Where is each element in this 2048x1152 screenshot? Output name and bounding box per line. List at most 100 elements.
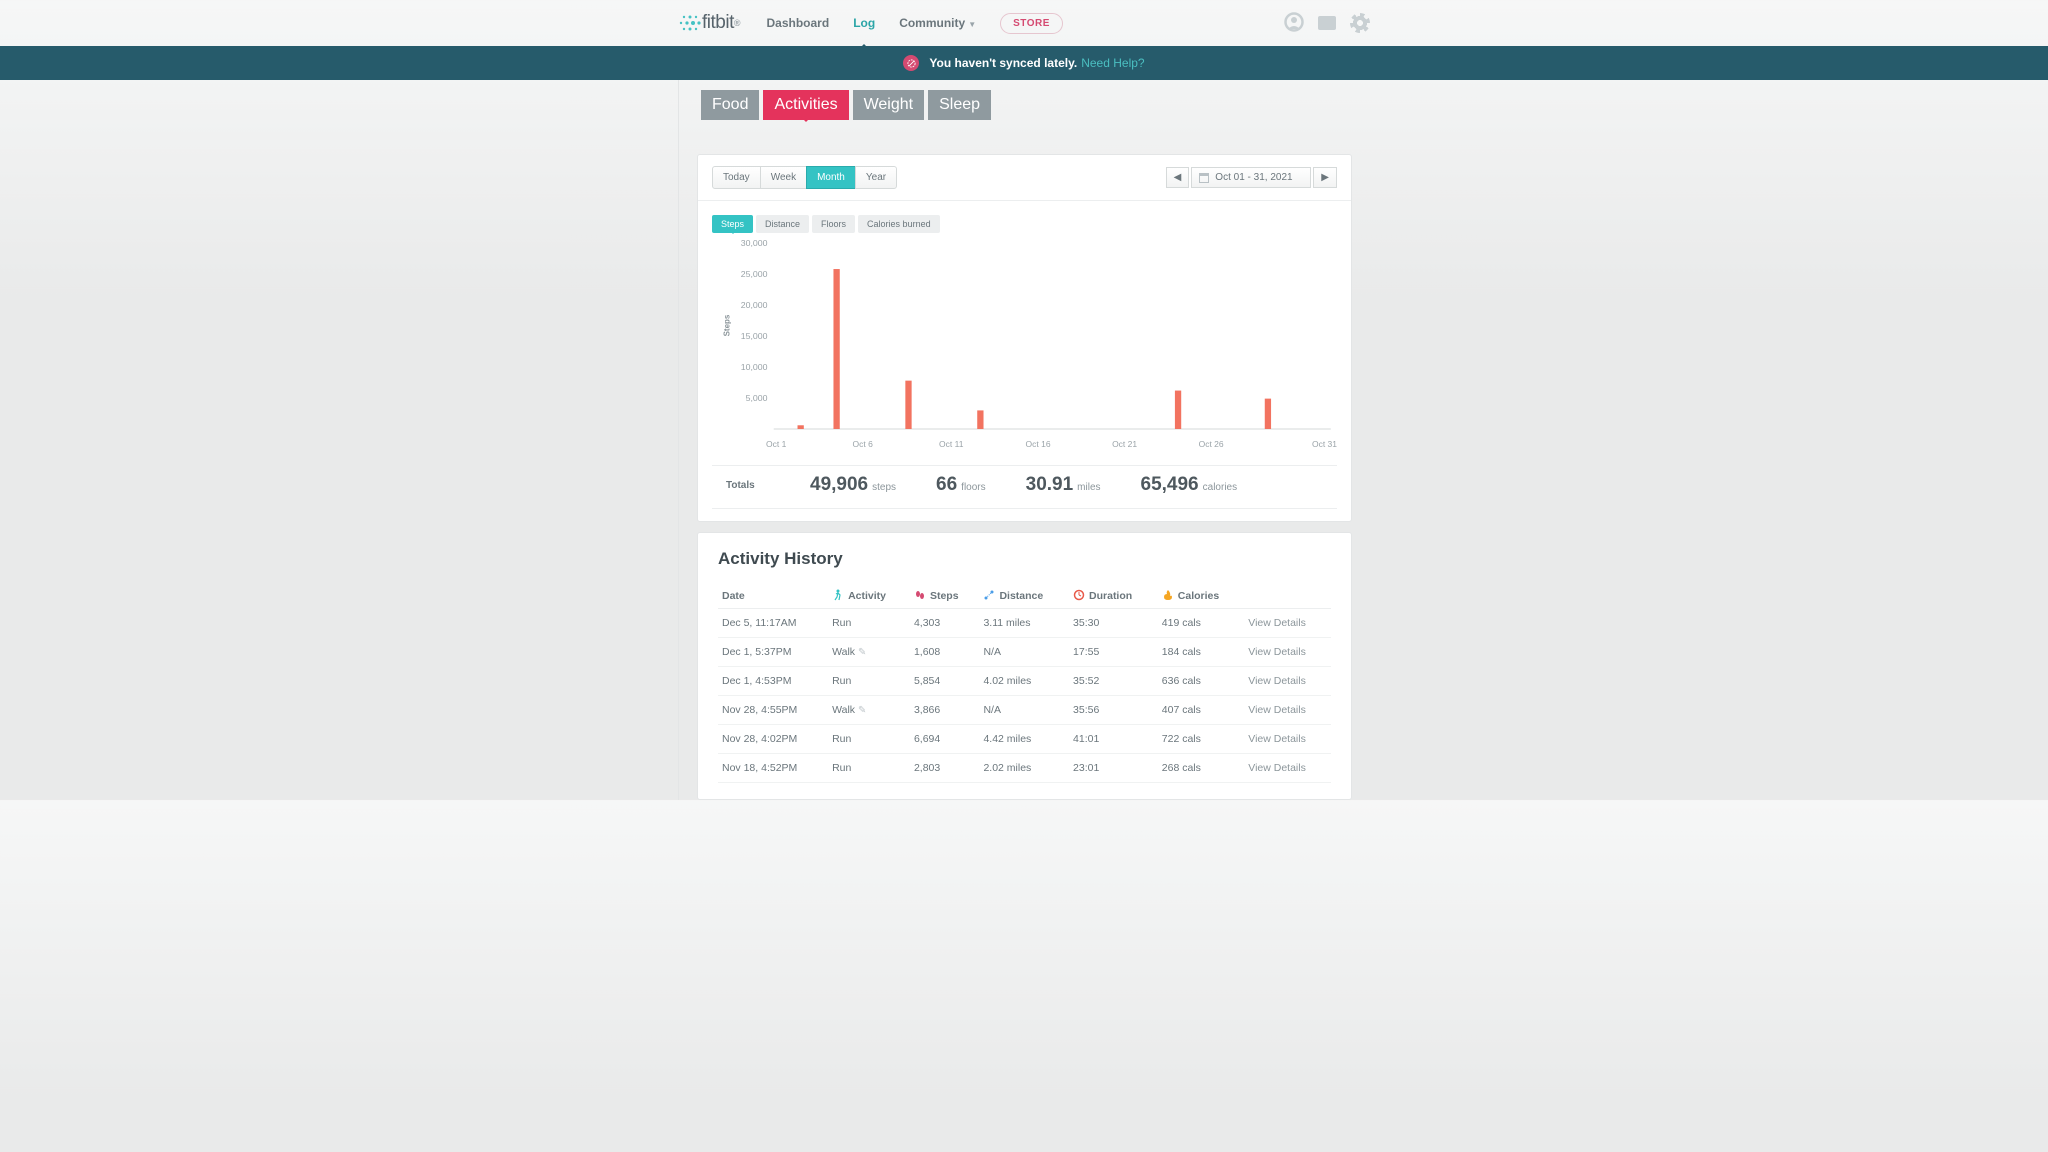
tab-activities[interactable]: Activities — [763, 90, 848, 120]
cell-distance: 4.02 miles — [979, 667, 1069, 696]
cell-duration: 41:01 — [1069, 725, 1158, 754]
col-activity: Activity — [828, 583, 910, 609]
view-details-link[interactable]: View Details — [1248, 704, 1306, 716]
calendar-icon — [1199, 173, 1209, 183]
metric-segmented-control: Steps Distance Floors Calories burned — [712, 215, 1337, 233]
top-navigation: fitbit ® Dashboard Log Community▼ STORE — [678, 0, 1370, 46]
nav-log[interactable]: Log — [853, 16, 875, 30]
cell-distance: N/A — [979, 638, 1069, 667]
sync-help-link[interactable]: Need Help? — [1081, 56, 1144, 70]
x-tick-label: Oct 16 — [1026, 439, 1113, 449]
period-segmented-control: Today Week Month Year — [712, 166, 897, 189]
chart-svg: 5,00010,00015,00020,00025,00030,000 — [718, 239, 1337, 439]
cell-activity: Run — [828, 725, 910, 754]
nav-dashboard[interactable]: Dashboard — [767, 16, 830, 30]
cell-activity: Run — [828, 754, 910, 783]
totals-calories: 65,496 calories — [1141, 474, 1238, 496]
period-week[interactable]: Week — [760, 166, 807, 189]
profile-icon[interactable] — [1284, 12, 1304, 35]
cell-date: Nov 28, 4:02PM — [718, 725, 828, 754]
metric-distance[interactable]: Distance — [756, 215, 809, 233]
store-button[interactable]: STORE — [1000, 13, 1063, 34]
svg-text:15,000: 15,000 — [741, 331, 768, 341]
table-row: Dec 5, 11:17AM Run 4,303 3.11 miles 35:3… — [718, 609, 1331, 638]
cell-duration: 35:52 — [1069, 667, 1158, 696]
view-details-link[interactable]: View Details — [1248, 762, 1306, 774]
messages-icon[interactable] — [1318, 16, 1336, 30]
cell-steps: 6,694 — [910, 725, 980, 754]
cell-calories: 419 cals — [1158, 609, 1244, 638]
cell-calories: 722 cals — [1158, 725, 1244, 754]
period-month[interactable]: Month — [806, 166, 856, 189]
period-year[interactable]: Year — [855, 166, 897, 189]
totals-row: Totals 49,906 steps 66 floors 30.91 mile… — [712, 466, 1337, 509]
x-tick-label: Oct 11 — [939, 439, 1026, 449]
sync-alert-icon — [903, 55, 919, 71]
cell-calories: 184 cals — [1158, 638, 1244, 667]
clock-icon — [1073, 589, 1085, 601]
cell-duration: 35:56 — [1069, 696, 1158, 725]
chart-card: Today Week Month Year ◀ Oct 01 - 31, 202… — [697, 154, 1352, 522]
totals-floors: 66 floors — [936, 474, 986, 496]
cell-activity: Run — [828, 667, 910, 696]
nav-community-label: Community — [899, 16, 965, 30]
tab-food[interactable]: Food — [701, 90, 759, 120]
edit-icon[interactable]: ✎ — [858, 705, 866, 716]
col-date: Date — [718, 583, 828, 609]
x-tick-label: Oct 6 — [853, 439, 940, 449]
activity-history-title: Activity History — [718, 549, 1331, 569]
date-range-control: ◀ Oct 01 - 31, 2021 ▶ — [1166, 167, 1337, 188]
svg-text:20,000: 20,000 — [741, 300, 768, 310]
view-details-link[interactable]: View Details — [1248, 617, 1306, 629]
table-row: Nov 18, 4:52PM Run 2,803 2.02 miles 23:0… — [718, 754, 1331, 783]
svg-text:30,000: 30,000 — [741, 239, 768, 248]
route-icon — [983, 589, 995, 601]
chevron-down-icon: ▼ — [968, 20, 976, 29]
x-axis-labels: Oct 1Oct 6Oct 11Oct 16Oct 21Oct 26Oct 31 — [766, 439, 1337, 449]
metric-steps[interactable]: Steps — [712, 215, 753, 233]
edit-icon[interactable]: ✎ — [858, 647, 866, 658]
activity-history-table: Date Activity Steps Distance Duration Ca… — [718, 583, 1331, 783]
cell-date: Nov 28, 4:55PM — [718, 696, 828, 725]
cell-date: Nov 18, 4:52PM — [718, 754, 828, 783]
table-row: Dec 1, 4:53PM Run 5,854 4.02 miles 35:52… — [718, 667, 1331, 696]
walker-icon — [832, 589, 844, 601]
logo[interactable]: fitbit ® — [678, 11, 741, 35]
x-tick-label: Oct 31 — [1285, 439, 1337, 449]
cell-calories: 268 cals — [1158, 754, 1244, 783]
tab-weight[interactable]: Weight — [853, 90, 925, 120]
cell-distance: 3.11 miles — [979, 609, 1069, 638]
totals-steps: 49,906 steps — [810, 474, 896, 496]
table-row: Nov 28, 4:55PM Walk✎ 3,866 N/A 35:56 407… — [718, 696, 1331, 725]
col-duration: Duration — [1069, 583, 1158, 609]
tab-sleep[interactable]: Sleep — [928, 90, 991, 120]
view-details-link[interactable]: View Details — [1248, 733, 1306, 745]
cell-duration: 35:30 — [1069, 609, 1158, 638]
col-distance: Distance — [979, 583, 1069, 609]
metric-floors[interactable]: Floors — [812, 215, 855, 233]
svg-text:25,000: 25,000 — [741, 269, 768, 279]
cell-steps: 5,854 — [910, 667, 980, 696]
cell-distance: 2.02 miles — [979, 754, 1069, 783]
date-range-display[interactable]: Oct 01 - 31, 2021 — [1191, 167, 1311, 188]
cell-activity: Run — [828, 609, 910, 638]
col-steps: Steps — [910, 583, 980, 609]
svg-text:10,000: 10,000 — [741, 362, 768, 372]
log-category-tabs: Food Activities Weight Sleep — [679, 80, 1370, 120]
x-tick-label: Oct 1 — [766, 439, 853, 449]
period-today[interactable]: Today — [712, 166, 761, 189]
steps-chart: Steps 5,00010,00015,00020,00025,00030,00… — [718, 239, 1337, 439]
fitbit-logo-icon — [678, 11, 702, 35]
gear-icon[interactable] — [1350, 13, 1370, 33]
cell-steps: 1,608 — [910, 638, 980, 667]
nav-community[interactable]: Community▼ — [899, 16, 976, 30]
table-row: Nov 28, 4:02PM Run 6,694 4.42 miles 41:0… — [718, 725, 1331, 754]
cell-distance: N/A — [979, 696, 1069, 725]
date-prev-button[interactable]: ◀ — [1166, 167, 1190, 188]
view-details-link[interactable]: View Details — [1248, 675, 1306, 687]
date-next-button[interactable]: ▶ — [1313, 167, 1337, 188]
totals-label: Totals — [726, 480, 810, 491]
metric-calories[interactable]: Calories burned — [858, 215, 940, 233]
view-details-link[interactable]: View Details — [1248, 646, 1306, 658]
date-range-text: Oct 01 - 31, 2021 — [1215, 172, 1292, 183]
